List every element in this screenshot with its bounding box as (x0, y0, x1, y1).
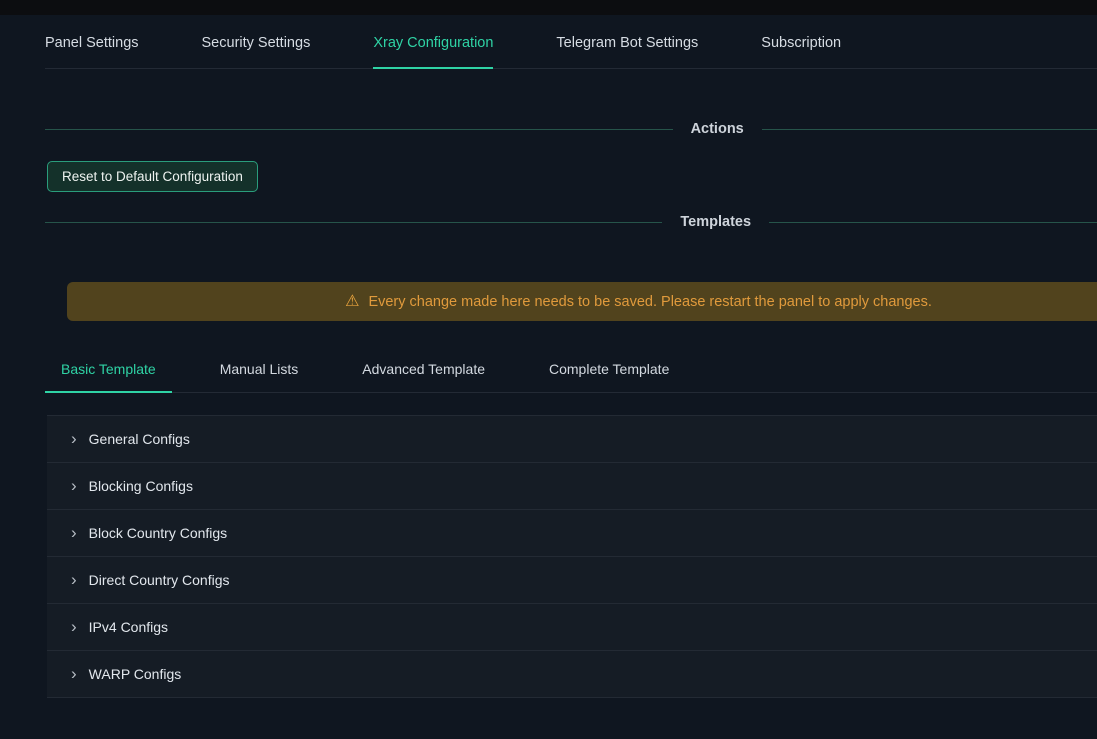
warning-triangle-icon: ⚠ (345, 294, 359, 310)
accordion-item-block-country-configs[interactable]: › Block Country Configs (47, 510, 1097, 557)
accordion-item-blocking-configs[interactable]: › Blocking Configs (47, 463, 1097, 510)
tab-manual-lists[interactable]: Manual Lists (204, 361, 315, 392)
accordion-item-direct-country-configs[interactable]: › Direct Country Configs (47, 557, 1097, 604)
settings-page: Panel Settings Security Settings Xray Co… (0, 0, 1097, 698)
top-window-bar (0, 0, 1097, 15)
tab-xray-configuration[interactable]: Xray Configuration (373, 35, 493, 69)
accordion-item-label: Blocking Configs (89, 478, 193, 494)
warning-alert-text: Every change made here needs to be saved… (368, 294, 931, 310)
tab-telegram-bot-settings[interactable]: Telegram Bot Settings (556, 35, 698, 68)
accordion-item-label: Direct Country Configs (89, 572, 230, 588)
accordion-item-label: WARP Configs (89, 666, 182, 682)
actions-divider: Actions (45, 121, 1097, 137)
tab-panel-settings[interactable]: Panel Settings (45, 35, 139, 68)
templates-divider: Templates (45, 214, 1097, 230)
configs-accordion: › General Configs › Blocking Configs › B… (47, 415, 1097, 698)
template-tabs: Basic Template Manual Lists Advanced Tem… (45, 361, 1097, 393)
chevron-right-icon: › (71, 524, 77, 541)
chevron-right-icon: › (71, 430, 77, 447)
accordion-item-general-configs[interactable]: › General Configs (47, 416, 1097, 463)
divider-line (45, 222, 662, 223)
chevron-right-icon: › (71, 571, 77, 588)
restart-warning-alert: ⚠ Every change made here needs to be sav… (67, 282, 1097, 321)
reset-to-default-button[interactable]: Reset to Default Configuration (47, 161, 258, 192)
tab-security-settings[interactable]: Security Settings (202, 35, 311, 68)
main-tabs: Panel Settings Security Settings Xray Co… (45, 15, 1097, 69)
tab-advanced-template[interactable]: Advanced Template (346, 361, 501, 392)
divider-line (769, 222, 1097, 223)
chevron-right-icon: › (71, 665, 77, 682)
chevron-right-icon: › (71, 618, 77, 635)
actions-section-title: Actions (691, 121, 744, 137)
templates-section-title: Templates (680, 214, 751, 230)
tab-subscription[interactable]: Subscription (761, 35, 841, 68)
chevron-right-icon: › (71, 477, 77, 494)
tab-basic-template[interactable]: Basic Template (45, 361, 172, 393)
accordion-item-label: Block Country Configs (89, 525, 228, 541)
divider-line (762, 129, 1097, 130)
accordion-item-warp-configs[interactable]: › WARP Configs (47, 651, 1097, 698)
tab-complete-template[interactable]: Complete Template (533, 361, 685, 392)
accordion-item-label: General Configs (89, 431, 190, 447)
divider-line (45, 129, 673, 130)
accordion-item-label: IPv4 Configs (89, 619, 168, 635)
accordion-item-ipv4-configs[interactable]: › IPv4 Configs (47, 604, 1097, 651)
